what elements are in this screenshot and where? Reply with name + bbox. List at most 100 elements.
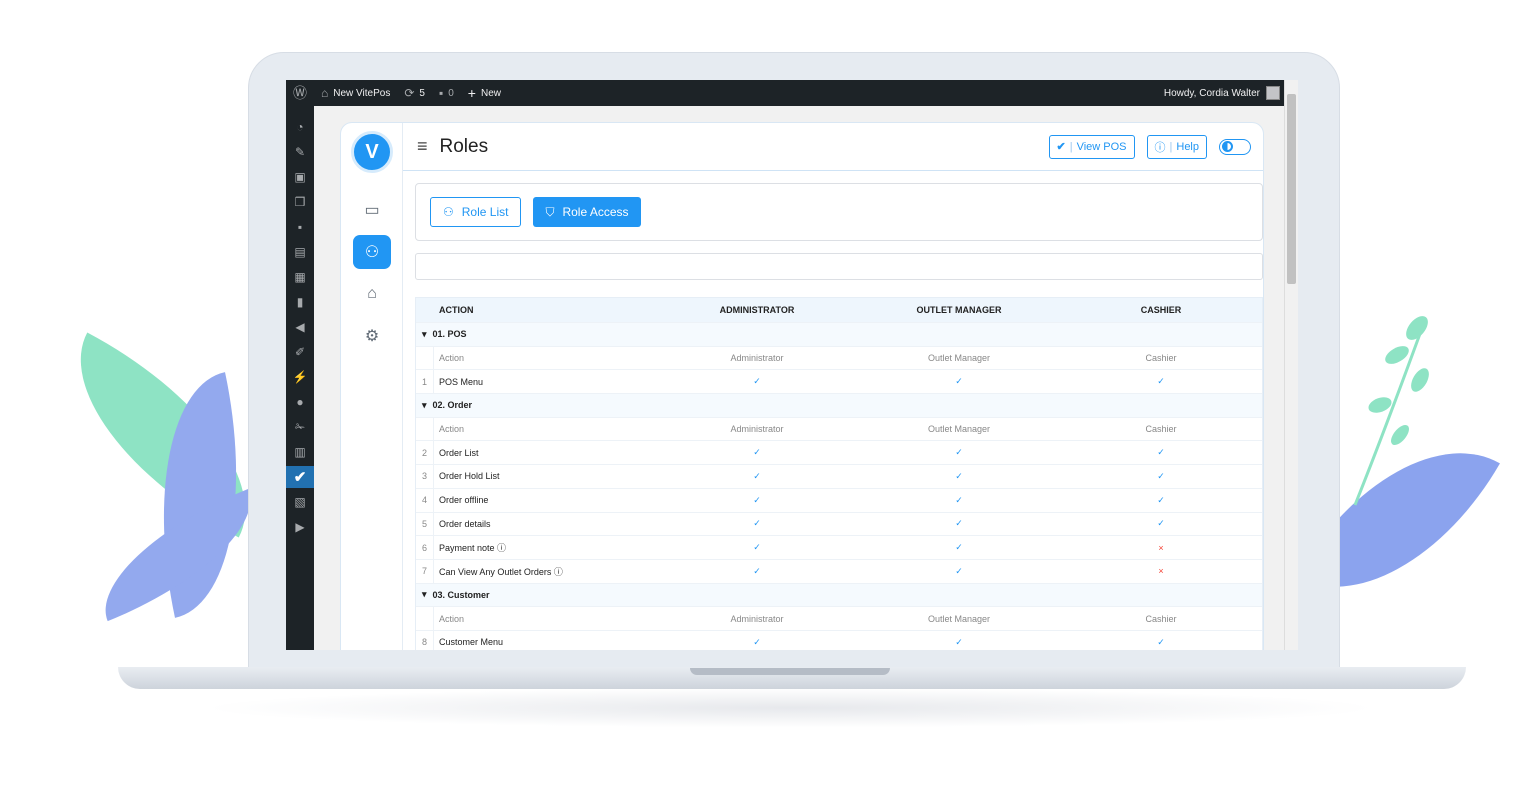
permission-cashier[interactable]: ✓ [1060,447,1262,458]
column-header-action: ACTION [439,305,474,315]
permission-cashier[interactable]: ✓ [1060,471,1262,482]
analytics-icon: ▮ [296,295,304,309]
menu-media[interactable]: ▣ [286,166,314,188]
role-tabs: ⚇ Role List ⛉ Role Access [415,183,1263,241]
toggle-knob [1222,140,1233,152]
comments-link[interactable]: ▪ 0 [432,80,461,106]
group-row[interactable]: ▾ 03. Customer [416,583,1262,608]
subheader-cashier: Cashier [1145,424,1177,435]
row-num: 4 [416,488,434,512]
view-pos-button[interactable]: ✔ | View POS [1048,134,1135,159]
woo-icon: ▤ [294,245,306,259]
permission-administrator[interactable]: ✓ [656,637,858,648]
menu-pages[interactable]: ❒ [286,191,314,213]
subheader-outlet-manager: Outlet Manager [927,613,991,624]
role-access-table: ACTION ADMINISTRATOR OUTLET MANAGER CASH… [415,297,1263,650]
subheader-administrator: Administrator [730,424,784,435]
row-num: 1 [416,370,434,394]
menu-tools[interactable]: ✁ [286,416,314,438]
hamburger-icon[interactable]: ≡ [417,136,428,157]
permission-administrator[interactable]: ✓ [656,518,858,529]
menu-dashboard[interactable]: ◔ [286,116,314,138]
menu-media-player[interactable]: ▶ [286,516,314,538]
tab-label: Role Access [562,205,629,219]
tab-role-access[interactable]: ⛉ Role Access [533,197,641,227]
permission-outlet-manager[interactable]: ✓ [858,376,1060,387]
subheader-outlet-manager: Outlet Manager [927,424,991,435]
subheader-cashier: Cashier [1145,353,1177,364]
menu-analytics[interactable]: ▮ [286,291,314,313]
permission-administrator[interactable]: ✓ [656,376,858,387]
vitepos-logo[interactable]: V [351,131,393,173]
group-label: 02. Order [432,400,473,411]
column-header-outlet-manager: OUTLET MANAGER [916,305,1002,315]
permission-administrator[interactable]: ✓ [656,495,858,506]
permission-cashier[interactable]: ✓ [1060,637,1262,648]
wp-admin-bar: Ⓦ ⌂ New VitePos ⟳ 5 ▪ 0 + New Howdy, Cor… [286,80,1298,106]
laptop-shadow [200,688,1380,728]
app-header: ≡ Roles ✔ | View POS ⓘ | Help [403,123,1263,171]
menu-comments[interactable]: ▪ [286,216,314,238]
scrollbar-thumb[interactable] [1287,94,1296,284]
sidebar-item-outlets[interactable]: ⌂ [353,277,391,311]
tab-role-list[interactable]: ⚇ Role List [430,197,522,227]
permission-outlet-manager[interactable]: ✓ [858,518,1060,529]
menu-translate[interactable]: ▧ [286,491,314,513]
menu-users[interactable]: ● [286,391,314,413]
help-label: Help [1176,140,1199,153]
group-row[interactable]: ▾ 01. POS [416,323,1262,347]
menu-products[interactable]: ▦ [286,266,314,288]
permission-cashier[interactable]: ✓ [1060,495,1262,506]
row-action: Order details [439,518,491,529]
permission-outlet-manager[interactable]: ✓ [858,637,1060,648]
sidebar-item-dashboard[interactable]: ▭ [353,193,391,227]
permission-cashier[interactable]: × [1060,566,1262,576]
play-icon: ▶ [295,520,305,534]
row-action: Order List [439,447,479,458]
wp-logo-menu[interactable]: Ⓦ [286,80,314,106]
subheader-action: Action [439,353,465,364]
menu-posts[interactable]: ✎ [286,141,314,163]
permission-outlet-manager[interactable]: ✓ [858,542,1060,553]
products-icon: ▦ [294,270,306,284]
updates-icon: ⟳ [404,86,415,100]
permission-administrator[interactable]: ✓ [656,542,858,553]
menu-appearance[interactable]: ✐ [286,341,314,363]
permission-outlet-manager[interactable]: ✓ [858,566,1060,577]
menu-marketing[interactable]: ◀ [286,316,314,338]
new-content-link[interactable]: + New [461,80,508,106]
permission-administrator[interactable]: ✓ [656,566,858,577]
permission-outlet-manager[interactable]: ✓ [858,495,1060,506]
menu-plugins[interactable]: ⚡ [286,366,314,388]
table-row: 7 Can View Any Outlet Orders ⓘ ✓ ✓ × [416,559,1262,584]
group-row[interactable]: ▾ 02. Order [416,394,1262,418]
help-icon: ⓘ [1154,141,1166,154]
permission-cashier[interactable]: ✓ [1060,518,1262,529]
greeting: Howdy, Cordia Walter [1163,87,1260,99]
menu-settings[interactable]: ▥ [286,441,314,463]
menu-vitepos[interactable]: ✔ [286,466,314,488]
account-menu[interactable]: Howdy, Cordia Walter [1164,86,1298,100]
row-num: 2 [416,441,434,465]
permission-administrator[interactable]: ✓ [656,471,858,482]
permission-administrator[interactable]: ✓ [656,447,858,458]
updates-link[interactable]: ⟳ 5 [397,80,432,106]
help-button[interactable]: ⓘ | Help [1146,134,1207,159]
comments-icon: ▪ [297,220,303,234]
permission-outlet-manager[interactable]: ✓ [858,447,1060,458]
page-scrollbar[interactable] [1284,80,1298,650]
theme-toggle[interactable] [1219,138,1251,155]
filter-input[interactable] [415,253,1263,280]
sidebar-item-settings[interactable]: ⚙ [353,319,391,353]
row-action: Order offline [439,495,489,506]
row-action: Can View Any Outlet Orders ⓘ [439,566,563,577]
caret-down-icon: ▾ [422,328,427,339]
permission-cashier[interactable]: ✓ [1060,376,1262,387]
sidebar-item-roles[interactable]: ⚇ [353,235,391,269]
wordpress-icon: Ⓦ [293,85,307,101]
permission-cashier[interactable]: × [1060,543,1262,553]
subheader-action: Action [439,613,465,624]
permission-outlet-manager[interactable]: ✓ [858,471,1060,482]
site-name-link[interactable]: ⌂ New VitePos [314,80,397,106]
menu-woocommerce[interactable]: ▤ [286,241,314,263]
